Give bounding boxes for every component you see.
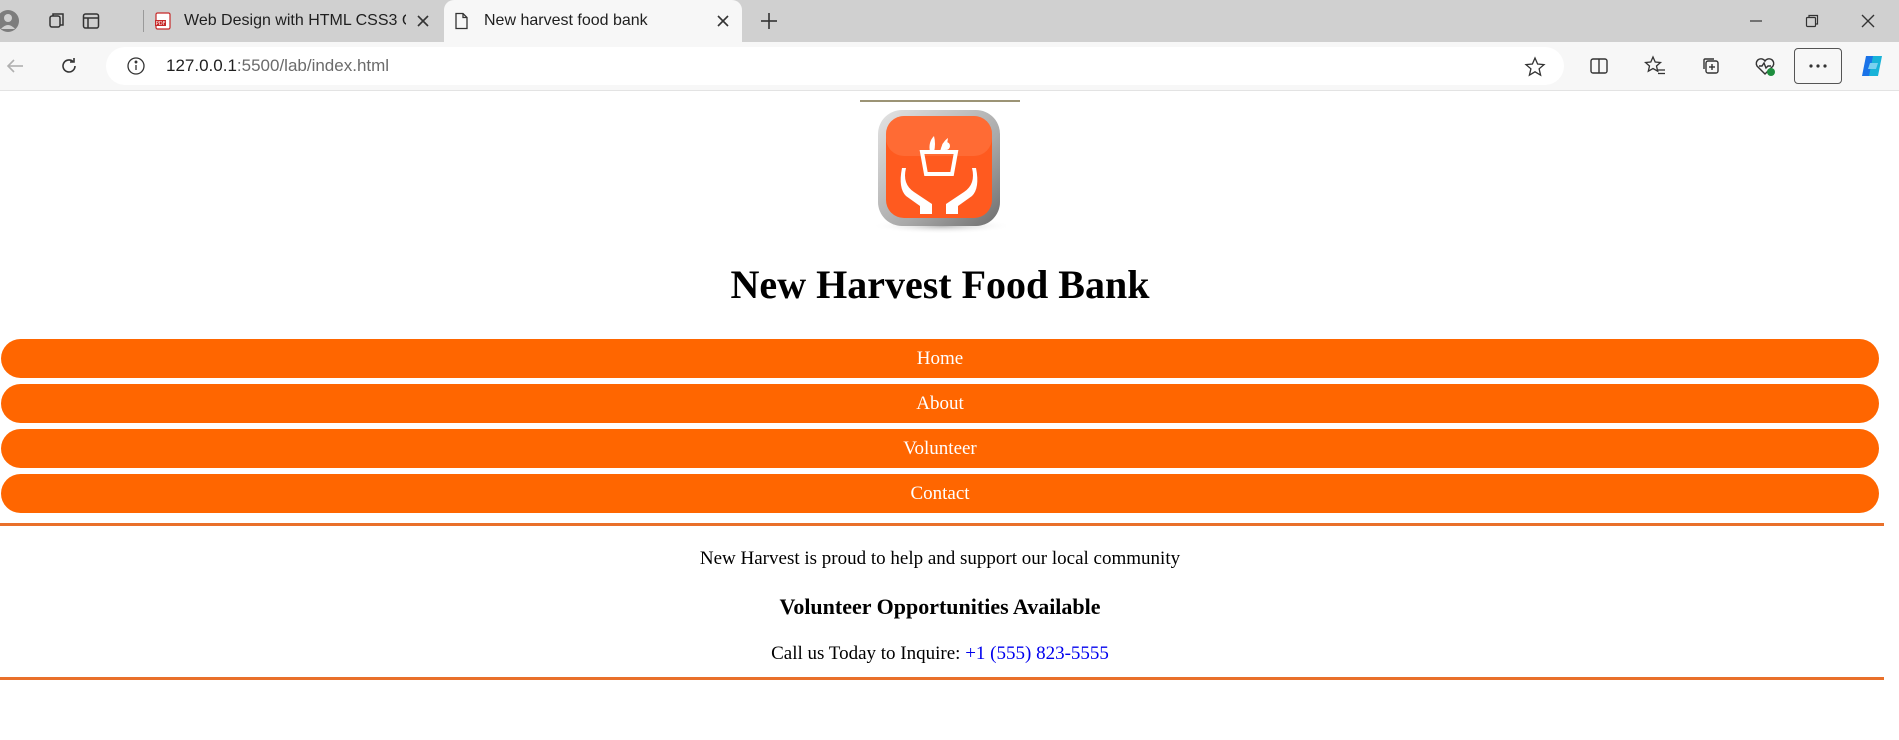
nav-item-contact[interactable]: Contact (1, 474, 1879, 513)
nav-item-about[interactable]: About (1, 384, 1879, 423)
reload-icon[interactable] (54, 51, 84, 81)
workspaces-icon[interactable] (44, 8, 70, 34)
copilot-icon[interactable] (1858, 51, 1888, 81)
divider-bottom (0, 677, 1884, 680)
url-host: 127.0.0.1 (166, 56, 237, 75)
divider-top (0, 523, 1884, 526)
nav-item-volunteer[interactable]: Volunteer (1, 429, 1879, 468)
document-icon (452, 12, 470, 30)
food-bank-logo (860, 100, 1020, 234)
phone-link[interactable]: +1 (555) 823-5555 (965, 643, 1109, 664)
close-icon[interactable] (414, 12, 432, 30)
split-screen-icon[interactable] (1584, 51, 1614, 81)
tab-title: New harvest food bank (484, 12, 648, 29)
call-us-line: Call us Today to Inquire: +1 (555) 823-5… (0, 643, 1880, 665)
collections-icon[interactable] (1696, 51, 1726, 81)
tab-separator (143, 10, 144, 32)
tab-web-design-pdf[interactable]: PDF Web Design with HTML CSS3 Com (146, 0, 442, 42)
restore-icon[interactable] (1792, 8, 1832, 34)
favorite-star-icon[interactable] (1524, 56, 1546, 78)
browser-toolbar: 127.0.0.1:5500/lab/index.html (0, 42, 1899, 90)
call-us-label: Call us Today to Inquire: (771, 643, 961, 664)
profile-icon[interactable] (0, 8, 22, 34)
browser-essentials-icon[interactable] (1750, 51, 1780, 81)
intro-text: New Harvest is proud to help and support… (699, 548, 1181, 569)
back-icon[interactable] (0, 51, 30, 81)
main-nav: Home About Volunteer Contact (1, 339, 1879, 519)
new-tab-button[interactable] (756, 8, 782, 34)
minimize-icon[interactable] (1736, 8, 1776, 34)
tab-new-harvest[interactable]: New harvest food bank (444, 0, 742, 42)
page-content: New Harvest Food Bank Home About Volunte… (0, 90, 1899, 740)
close-window-icon[interactable] (1848, 8, 1888, 34)
favorites-icon[interactable] (1640, 51, 1670, 81)
nav-item-home[interactable]: Home (1, 339, 1879, 378)
url-path: :5500/lab/index.html (236, 56, 390, 75)
url-text[interactable]: 127.0.0.1:5500/lab/index.html (166, 56, 389, 76)
tab-actions-icon[interactable] (78, 8, 104, 34)
more-options-icon[interactable] (1794, 48, 1842, 84)
page-title: New Harvest Food Bank (730, 262, 1150, 307)
volunteer-heading: Volunteer Opportunities Available (779, 594, 1101, 619)
svg-text:PDF: PDF (156, 21, 166, 27)
tab-title: Web Design with HTML CSS3 Com (184, 12, 406, 29)
tab-strip: PDF Web Design with HTML CSS3 Com New ha… (0, 0, 1899, 42)
pdf-icon: PDF (154, 12, 172, 30)
info-icon[interactable] (126, 56, 146, 76)
address-bar[interactable]: 127.0.0.1:5500/lab/index.html (106, 47, 1564, 85)
close-icon[interactable] (714, 12, 732, 30)
